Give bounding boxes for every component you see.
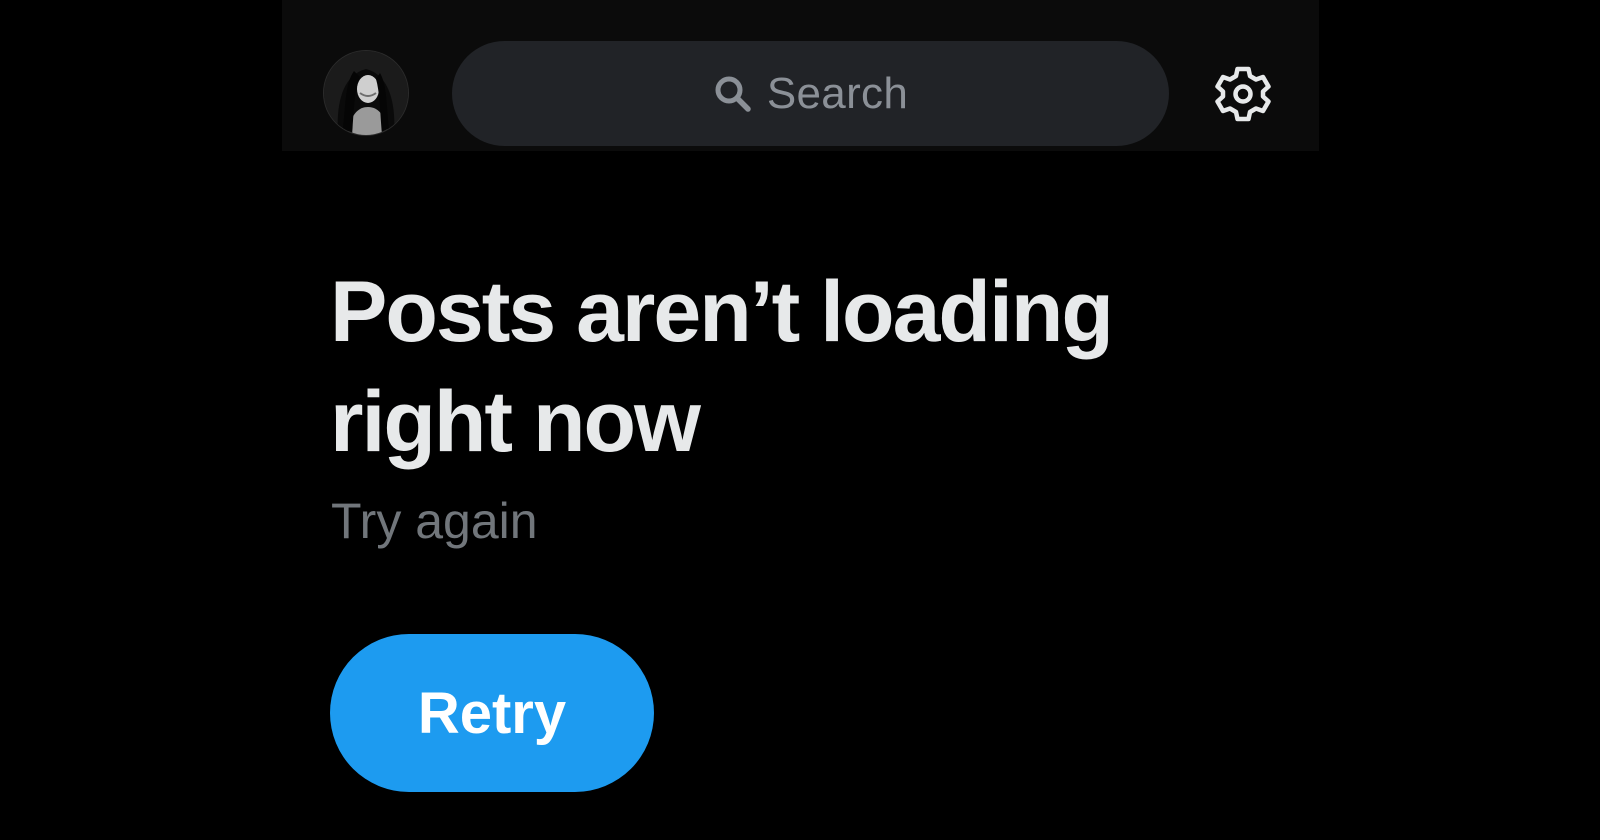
error-headline: Posts aren’t loading right now	[330, 264, 1114, 470]
search-placeholder: Search	[766, 68, 909, 118]
search-content: Search	[713, 69, 908, 119]
search-icon	[713, 74, 753, 114]
app-screen: Search Posts aren’t loading right now Tr…	[0, 0, 1600, 840]
gear-icon[interactable]	[1214, 65, 1272, 123]
profile-photo-icon	[324, 51, 408, 135]
search-input[interactable]: Search	[452, 41, 1169, 146]
retry-button[interactable]: Retry	[330, 634, 654, 792]
avatar[interactable]	[324, 51, 408, 135]
error-subtext: Try again	[331, 493, 538, 549]
